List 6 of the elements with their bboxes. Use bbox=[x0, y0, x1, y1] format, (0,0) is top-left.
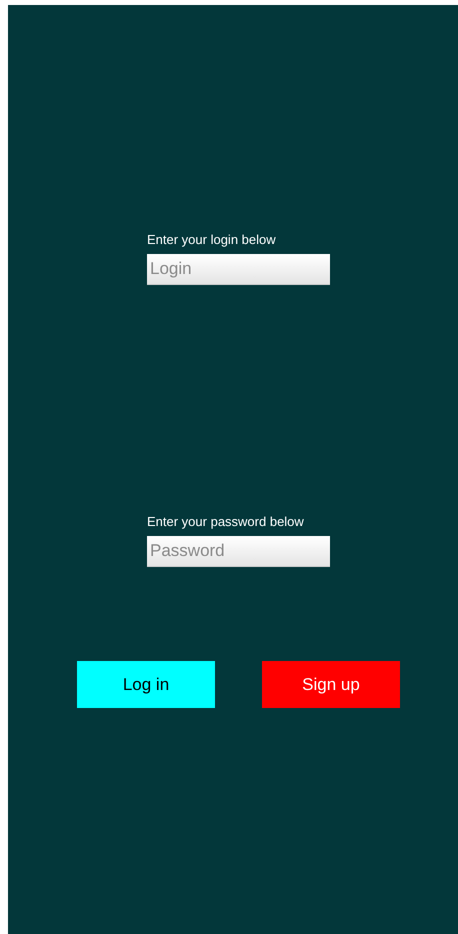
input-field[interactable]: Password bbox=[147, 536, 330, 567]
input-field[interactable]: Login bbox=[147, 254, 330, 285]
action-button[interactable]: Log in bbox=[77, 661, 215, 708]
field-label: Enter your login below bbox=[147, 232, 276, 248]
action-button[interactable]: Sign up bbox=[262, 661, 400, 708]
field-label: Enter your password below bbox=[147, 514, 304, 530]
